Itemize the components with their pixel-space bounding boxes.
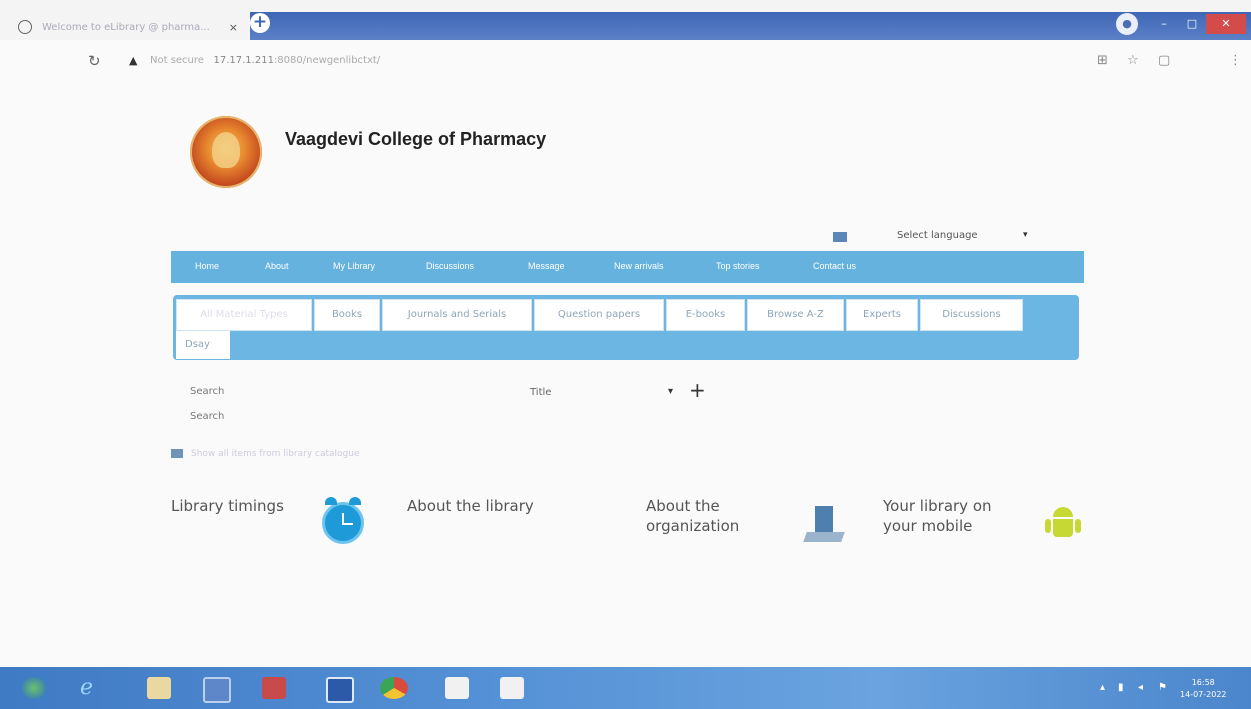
about-organization-link[interactable]: About the organization xyxy=(646,496,764,536)
tab-all-material-types[interactable]: All Material Types xyxy=(176,299,312,331)
search-field-value: Title xyxy=(530,387,552,398)
flag-icon[interactable]: ⚑ xyxy=(1158,682,1167,693)
start-button-icon[interactable] xyxy=(22,677,46,699)
alarm-clock-icon xyxy=(322,497,364,544)
tab-discussions[interactable]: Discussions xyxy=(920,299,1023,331)
document-icon-2[interactable] xyxy=(500,677,524,699)
security-label: Not secure xyxy=(150,55,204,66)
window-controls: – □ ✕ xyxy=(1150,12,1251,34)
taskbar-date: 14-07-2022 xyxy=(1180,690,1227,699)
nav-item-new-arrivals[interactable]: New arrivals xyxy=(614,261,664,271)
reload-icon[interactable]: ↻ xyxy=(88,52,101,70)
url-field[interactable]: Not secure 17.17.1.211:8080/newgenlibctx… xyxy=(150,55,380,66)
site-title: Vaagdevi College of Pharmacy xyxy=(285,129,547,149)
catalogue-link-text: Show all items from library catalogue xyxy=(191,449,360,459)
word-icon[interactable] xyxy=(326,677,354,703)
explorer-icon[interactable] xyxy=(147,677,171,699)
building-icon xyxy=(803,502,845,544)
internet-explorer-icon[interactable]: ℯ xyxy=(80,677,104,699)
taskbar-time: 16:58 xyxy=(1191,678,1215,687)
warning-icon[interactable]: ▲ xyxy=(129,54,137,67)
nav-item-my-library[interactable]: My Library xyxy=(333,261,375,271)
mobile-library-link[interactable]: Your library on your mobile xyxy=(883,496,1023,536)
url-path: :8080/newgenlibctxt/ xyxy=(273,55,381,66)
college-logo xyxy=(190,116,262,188)
taskbar xyxy=(0,667,1251,709)
chevron-down-icon: ▾ xyxy=(1023,230,1028,240)
chevron-down-icon: ▾ xyxy=(668,386,674,397)
close-tab-icon[interactable]: × xyxy=(229,21,238,34)
nav-item-contact-us[interactable]: Contact us xyxy=(813,261,856,271)
network-icon[interactable]: ▮ xyxy=(1118,682,1124,693)
nav-item-home[interactable]: Home xyxy=(195,261,219,271)
tab-question-papers[interactable]: Question papers xyxy=(534,299,664,331)
globe-icon xyxy=(18,20,32,34)
new-tab-button[interactable]: + xyxy=(250,13,270,33)
sidebar-icon[interactable]: ▢ xyxy=(1158,53,1170,68)
document-icon[interactable] xyxy=(445,677,469,699)
library-timings-link[interactable]: Library timings xyxy=(171,496,284,516)
maximize-button[interactable]: □ xyxy=(1178,14,1206,34)
speaker-icon[interactable]: ◂ xyxy=(1138,682,1143,693)
close-window-button[interactable]: ✕ xyxy=(1206,14,1246,34)
search-field-select[interactable]: Title ▾ xyxy=(530,386,680,401)
folder-icon xyxy=(171,449,183,458)
main-nav: Home About My Library Discussions Messag… xyxy=(171,251,1084,283)
about-library-link[interactable]: About the library xyxy=(407,496,534,516)
url-host: 17.17.1.211 xyxy=(213,55,274,66)
media-player-icon[interactable] xyxy=(203,677,231,703)
tab-strip-background xyxy=(250,12,1251,40)
menu-icon[interactable]: ⋮ xyxy=(1229,53,1242,68)
browser-tab-title: Welcome to eLibrary @ pharma... xyxy=(42,21,210,33)
android-icon xyxy=(1043,505,1083,545)
nav-item-discussions[interactable]: Discussions xyxy=(426,261,474,271)
search-label: Search xyxy=(190,386,225,397)
browser-tab[interactable]: Welcome to eLibrary @ pharma... × xyxy=(18,14,246,40)
recorder-icon[interactable] xyxy=(262,677,286,699)
nav-item-about[interactable]: About xyxy=(265,261,289,271)
tray-expand-icon[interactable]: ▴ xyxy=(1100,682,1105,693)
language-select-value: Select language xyxy=(897,230,978,241)
nav-item-message[interactable]: Message xyxy=(528,261,565,271)
tab-experts[interactable]: Experts xyxy=(846,299,918,331)
catalogue-link[interactable]: Show all items from library catalogue xyxy=(171,449,360,459)
chrome-icon[interactable] xyxy=(380,677,408,699)
taskbar-clock[interactable]: 16:58 14-07-2022 xyxy=(1180,677,1227,701)
tab-browse-a-z[interactable]: Browse A-Z xyxy=(747,299,844,331)
search-label-2: Search xyxy=(190,411,225,422)
tab-books[interactable]: Books xyxy=(314,299,380,331)
nav-item-top-stories[interactable]: Top stories xyxy=(716,261,760,271)
minimize-button[interactable]: – xyxy=(1150,14,1178,34)
add-search-row-button[interactable]: + xyxy=(689,378,706,402)
tab-dsay[interactable]: Dsay xyxy=(176,331,230,359)
install-icon[interactable]: ⊞ xyxy=(1097,53,1108,68)
language-icon xyxy=(833,232,847,242)
tab-journals-and-serials[interactable]: Journals and Serials xyxy=(382,299,532,331)
bookmark-star-icon[interactable]: ☆ xyxy=(1127,53,1139,68)
tab-e-books[interactable]: E-books xyxy=(666,299,745,331)
language-select[interactable]: Select language ▾ xyxy=(897,230,1028,241)
profile-icon[interactable]: ● xyxy=(1116,13,1138,35)
